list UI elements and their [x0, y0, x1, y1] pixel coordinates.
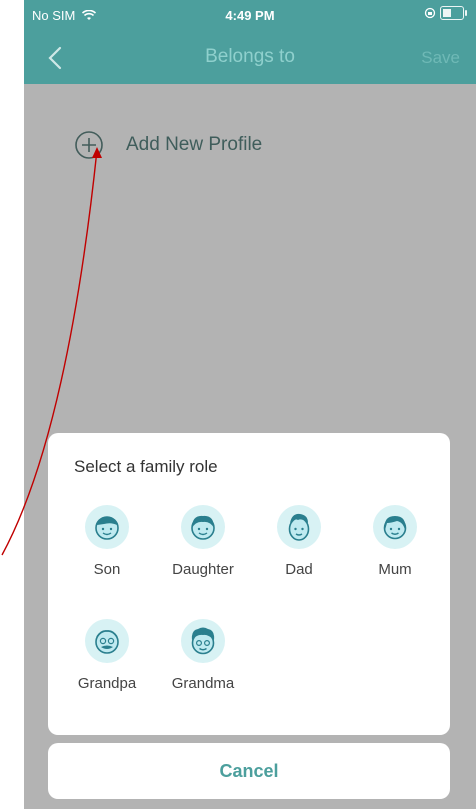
- role-label: Son: [93, 561, 121, 578]
- role-dad[interactable]: Dad: [254, 505, 344, 578]
- role-label: Mum: [378, 561, 412, 578]
- cancel-button[interactable]: Cancel: [48, 743, 450, 799]
- add-circle-icon: [75, 131, 103, 159]
- status-bar: No SIM 4:49 PM: [24, 0, 476, 32]
- family-role-sheet: Select a family role Son Daughter Dad Mu…: [48, 433, 450, 735]
- grandpa-face-icon: [85, 619, 129, 663]
- daughter-face-icon: [181, 505, 225, 549]
- add-new-profile-label: Add New Profile: [126, 134, 263, 155]
- battery-icon: [440, 6, 467, 20]
- phone-screen: No SIM 4:49 PM Belongs to Save Add New P…: [0, 0, 476, 809]
- son-face-icon: [85, 505, 129, 549]
- grandma-face-icon: [181, 619, 225, 663]
- nav-bar: Belongs to Save: [24, 32, 476, 84]
- add-new-profile-button[interactable]: Add New Profile: [74, 128, 262, 162]
- role-label: Dad: [285, 561, 313, 578]
- sheet-title: Select a family role: [74, 457, 218, 476]
- clock: 4:49 PM: [225, 8, 275, 23]
- status-icons: [424, 6, 467, 20]
- orientation-lock-icon: [424, 7, 436, 19]
- role-label: Grandpa: [77, 675, 137, 692]
- role-label: Daughter: [172, 561, 234, 578]
- role-grandpa[interactable]: Grandpa: [62, 619, 152, 692]
- mum-face-icon: [373, 505, 417, 549]
- role-son[interactable]: Son: [62, 505, 152, 578]
- role-mum[interactable]: Mum: [350, 505, 440, 578]
- dad-face-icon: [277, 505, 321, 549]
- app-screen: No SIM 4:49 PM Belongs to Save Add New P…: [24, 0, 476, 809]
- page-title: Belongs to: [205, 46, 295, 67]
- role-label: Grandma: [171, 675, 235, 692]
- role-daughter[interactable]: Daughter: [158, 505, 248, 578]
- role-grandma[interactable]: Grandma: [158, 619, 248, 692]
- save-button[interactable]: Save: [421, 48, 460, 68]
